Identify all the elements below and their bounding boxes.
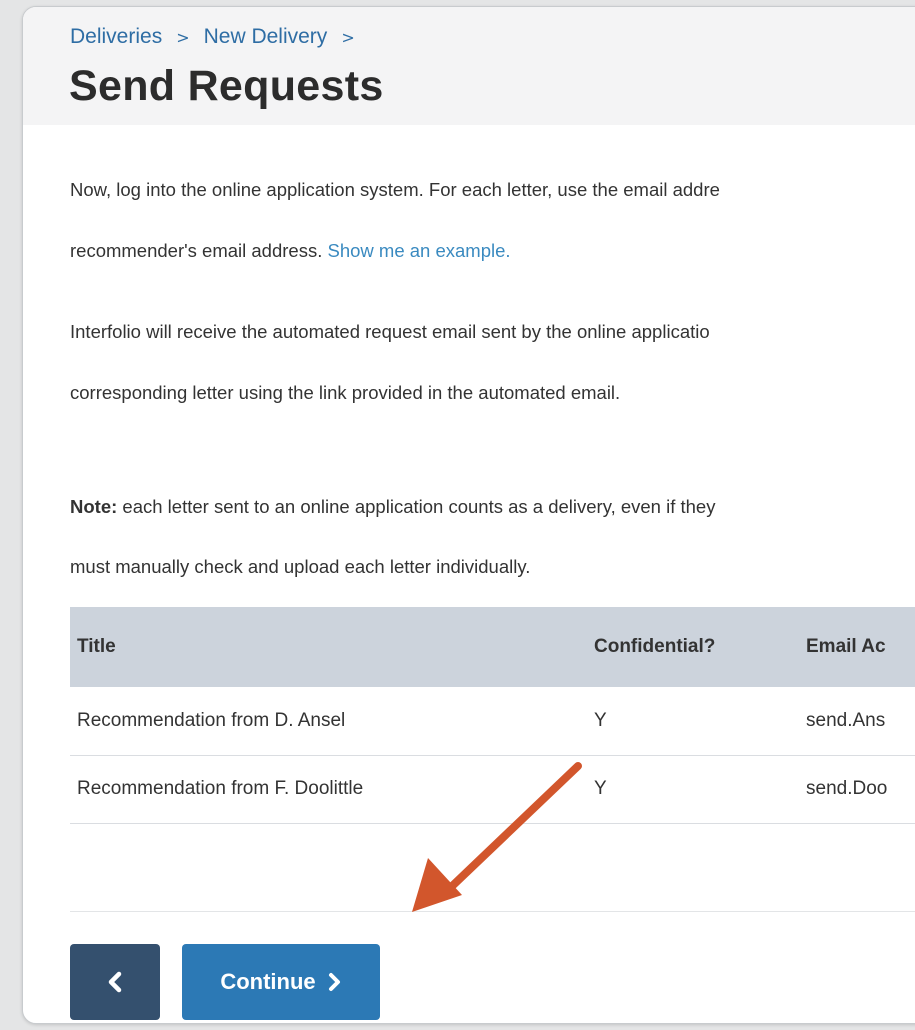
confidential-cell: Y — [594, 709, 607, 731]
breadcrumb: Deliveries > New Delivery > — [70, 25, 369, 49]
chevron-right-icon — [328, 972, 342, 992]
breadcrumb-new-delivery-link[interactable]: New Delivery — [204, 25, 328, 49]
note-line: must manually check and upload each lett… — [70, 556, 531, 577]
table-row: Recommendation from F. Doolittle Y send.… — [70, 755, 915, 823]
note-label: Note: — [70, 496, 118, 517]
email-address-cell: send.Doo — [806, 778, 888, 799]
letter-title-cell: Recommendation from D. Ansel — [77, 709, 346, 731]
column-header-title: Title — [77, 636, 116, 657]
instruction-line: corresponding letter using the link prov… — [70, 382, 621, 403]
email-address-cell: send.Ans — [806, 709, 886, 731]
breadcrumb-separator-icon: > — [176, 27, 190, 47]
table-header-row: Title Confidential? Email Ac — [70, 607, 915, 687]
page-title: Send Requests — [69, 62, 384, 110]
continue-button[interactable]: Continue — [182, 944, 380, 1020]
confidential-cell: Y — [594, 778, 607, 799]
note-text: each letter sent to an online applicatio… — [117, 496, 716, 517]
table-row: Recommendation from D. Ansel Y send.Ans — [70, 687, 915, 755]
instruction-line: recommender's email address. Show me an … — [70, 240, 511, 262]
send-requests-card: Deliveries > New Delivery > Send Request… — [22, 6, 915, 1024]
breadcrumb-separator-icon: > — [341, 27, 355, 47]
footer-divider — [70, 911, 915, 912]
note-line: Note: each letter sent to an online appl… — [70, 496, 715, 518]
continue-button-label: Continue — [220, 969, 316, 994]
page-header: Deliveries > New Delivery > Send Request… — [23, 7, 915, 125]
letters-table: Title Confidential? Email Ac Recommendat… — [70, 607, 915, 824]
column-header-confidential: Confidential? — [594, 636, 716, 657]
column-header-email: Email Ac — [806, 636, 886, 657]
show-example-link[interactable]: Show me an example. — [328, 240, 511, 261]
back-button[interactable] — [70, 944, 160, 1020]
letter-title-cell: Recommendation from F. Doolittle — [77, 778, 364, 799]
instruction-line: Now, log into the online application sys… — [70, 179, 720, 200]
instruction-text: recommender's email address. — [70, 240, 328, 261]
instruction-line: Interfolio will receive the automated re… — [70, 321, 710, 342]
breadcrumb-deliveries-link[interactable]: Deliveries — [70, 25, 162, 49]
chevron-left-icon — [107, 971, 123, 993]
